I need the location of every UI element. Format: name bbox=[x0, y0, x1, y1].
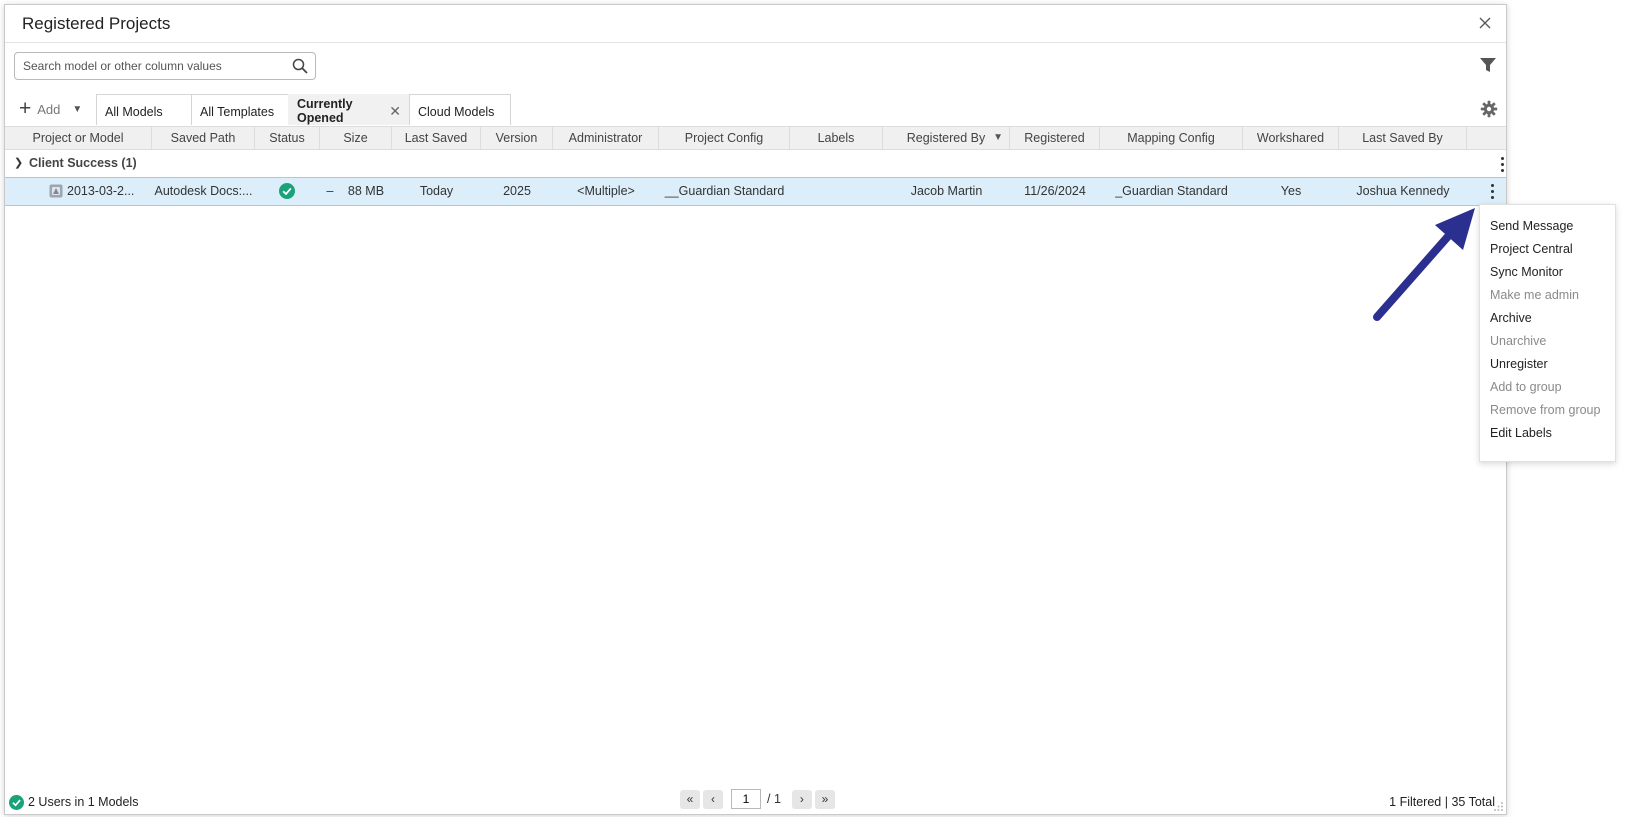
cell-workshared: Yes bbox=[1280, 184, 1302, 198]
column-header-project[interactable]: Project or Model bbox=[5, 127, 152, 149]
cell-version: 2025 bbox=[503, 184, 531, 198]
table-row[interactable]: 2013-03-2... Autodesk Docs:... – 88 MB T… bbox=[5, 177, 1506, 206]
menu-item-unregister[interactable]: Unregister bbox=[1490, 357, 1548, 371]
chevron-down-icon[interactable]: ▼ bbox=[72, 104, 82, 115]
revit-model-icon bbox=[49, 184, 63, 198]
column-header-registered[interactable]: Registered bbox=[1010, 127, 1100, 149]
menu-item-make-me-admin: Make me admin bbox=[1490, 288, 1579, 302]
plus-icon: + bbox=[19, 97, 32, 120]
tab-currently-opened[interactable]: Currently Opened ✕ bbox=[288, 94, 410, 125]
view-tabs: All Models All Templates Currently Opene… bbox=[96, 94, 511, 126]
menu-item-remove-from-group: Remove from group bbox=[1490, 403, 1601, 417]
menu-item-send-message[interactable]: Send Message bbox=[1490, 219, 1573, 233]
row-more-icon[interactable] bbox=[1482, 181, 1502, 201]
menu-item-project-central[interactable]: Project Central bbox=[1490, 242, 1573, 256]
title-bar: Registered Projects bbox=[5, 5, 1506, 43]
menu-item-sync-monitor[interactable]: Sync Monitor bbox=[1490, 265, 1563, 279]
first-page-icon[interactable]: « bbox=[680, 789, 700, 809]
column-header-mapping-config[interactable]: Mapping Config bbox=[1100, 127, 1243, 149]
column-header-administrator[interactable]: Administrator bbox=[553, 127, 659, 149]
tab-label: Currently Opened bbox=[297, 97, 353, 125]
add-button[interactable]: + Add ▼ bbox=[19, 98, 82, 120]
column-header-version[interactable]: Version bbox=[481, 127, 553, 149]
menu-item-unarchive: Unarchive bbox=[1490, 334, 1547, 348]
users-status: 2 Users in 1 Models bbox=[9, 793, 138, 811]
tab-label: All Templates bbox=[200, 105, 275, 119]
search-input[interactable] bbox=[21, 56, 285, 76]
search-icon[interactable] bbox=[291, 57, 309, 75]
prev-page-icon[interactable]: ‹ bbox=[703, 789, 723, 809]
group-row[interactable]: ❯ Client Success (1) bbox=[5, 150, 1506, 176]
check-circle-icon bbox=[9, 794, 24, 810]
search-box bbox=[14, 52, 316, 80]
next-page-icon[interactable]: › bbox=[791, 789, 812, 809]
cell-saved-path: Autodesk Docs:... bbox=[154, 184, 253, 198]
sort-desc-icon[interactable]: ▼ bbox=[993, 127, 1003, 149]
record-counts: 1 Filtered | 35 Total bbox=[1389, 795, 1495, 809]
cell-administrator: <Multiple> bbox=[577, 184, 635, 198]
cell-labels bbox=[790, 178, 883, 205]
resize-grip-icon[interactable] bbox=[1494, 802, 1504, 812]
menu-item-edit-labels[interactable]: Edit Labels bbox=[1490, 426, 1552, 440]
tab-close-icon[interactable]: ✕ bbox=[389, 103, 401, 120]
menu-item-add-to-group: Add to group bbox=[1490, 380, 1562, 394]
filter-icon[interactable] bbox=[1478, 55, 1498, 75]
check-circle-icon bbox=[279, 183, 295, 199]
cell-project: 2013-03-2... bbox=[67, 184, 135, 198]
cell-last-saved: Today bbox=[419, 184, 454, 198]
tab-all-templates[interactable]: All Templates bbox=[191, 94, 289, 125]
table-header: Project or Model Saved Path Status Size … bbox=[5, 126, 1506, 150]
group-label: Client Success (1) bbox=[29, 156, 137, 170]
cell-size-dash: – bbox=[326, 184, 334, 198]
cell-registered: 11/26/2024 bbox=[1024, 184, 1086, 198]
column-header-last-saved-by[interactable]: Last Saved By bbox=[1339, 127, 1467, 149]
cell-mapping-config: _Guardian Standard bbox=[1115, 184, 1228, 198]
tab-all-models[interactable]: All Models bbox=[96, 94, 192, 125]
last-page-icon[interactable]: » bbox=[814, 789, 835, 809]
close-icon[interactable] bbox=[1476, 14, 1494, 32]
column-header-size[interactable]: Size bbox=[320, 127, 392, 149]
group-more-icon[interactable] bbox=[1492, 154, 1512, 174]
column-header-last-saved[interactable]: Last Saved bbox=[392, 127, 481, 149]
tab-label: Cloud Models bbox=[418, 105, 495, 119]
menu-item-archive[interactable]: Archive bbox=[1490, 311, 1532, 325]
registered-projects-window: Registered Projects + Add ▼ All Models A… bbox=[4, 4, 1507, 815]
cell-registered-by: Jacob Martin bbox=[910, 184, 983, 198]
column-header-saved-path[interactable]: Saved Path bbox=[152, 127, 255, 149]
cell-size: 88 MB bbox=[347, 184, 385, 198]
page-input[interactable] bbox=[731, 789, 761, 809]
add-label: Add bbox=[37, 101, 61, 117]
pagination: « ‹ / 1 › » bbox=[680, 788, 835, 810]
column-header-workshared[interactable]: Workshared bbox=[1243, 127, 1339, 149]
gear-icon[interactable] bbox=[1480, 100, 1498, 118]
column-header-registered-by[interactable]: Registered By ▼ bbox=[883, 127, 1010, 149]
page-total: / 1 bbox=[767, 792, 781, 806]
column-header-project-config[interactable]: Project Config bbox=[659, 127, 790, 149]
annotation-arrow-icon bbox=[1373, 208, 1475, 321]
tab-cloud-models[interactable]: Cloud Models bbox=[409, 94, 511, 125]
tab-label: All Models bbox=[105, 105, 163, 119]
users-status-text: 2 Users in 1 Models bbox=[28, 795, 139, 809]
column-header-labels[interactable]: Labels bbox=[790, 127, 883, 149]
cell-project-config: __Guardian Standard bbox=[664, 184, 785, 198]
column-header-status[interactable]: Status bbox=[255, 127, 320, 149]
chevron-down-icon[interactable]: ❯ bbox=[14, 156, 23, 169]
row-context-menu: Send Message Project Central Sync Monito… bbox=[1479, 204, 1616, 462]
column-header-label: Registered By bbox=[906, 131, 986, 145]
window-title: Registered Projects bbox=[22, 14, 171, 33]
